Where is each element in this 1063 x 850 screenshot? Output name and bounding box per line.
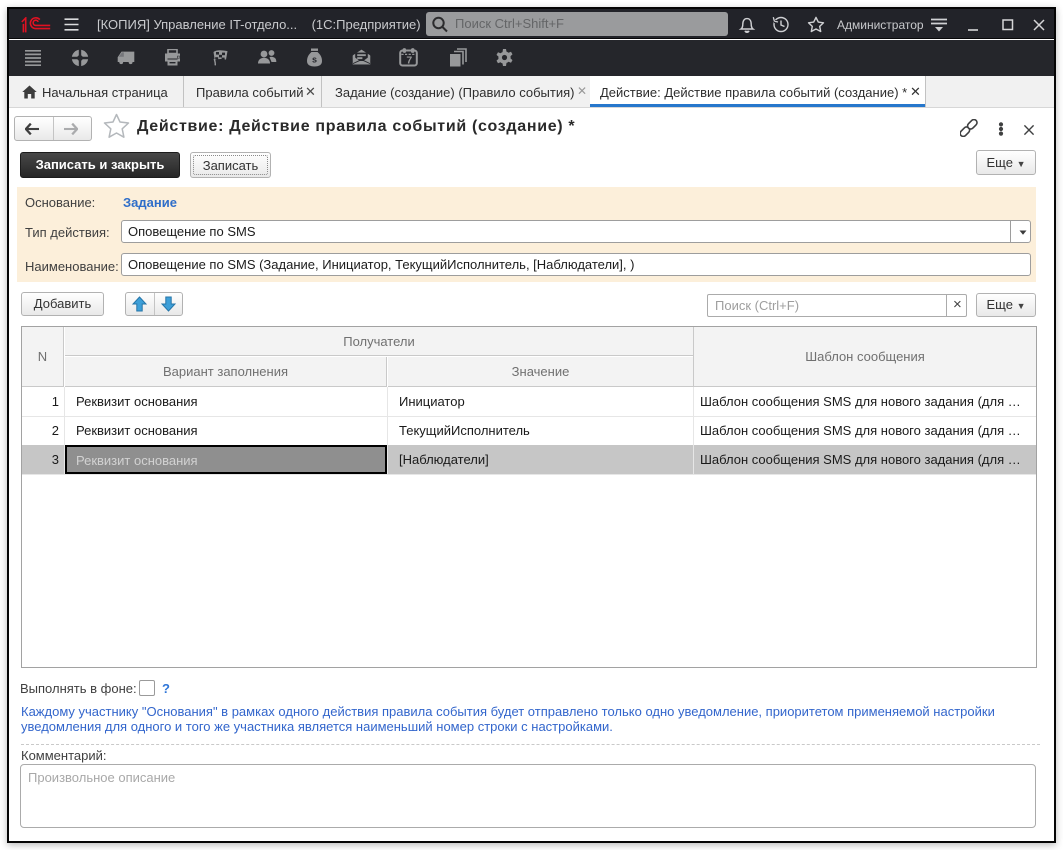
svg-text:7: 7 — [406, 55, 412, 67]
svg-text:s: s — [312, 55, 317, 65]
